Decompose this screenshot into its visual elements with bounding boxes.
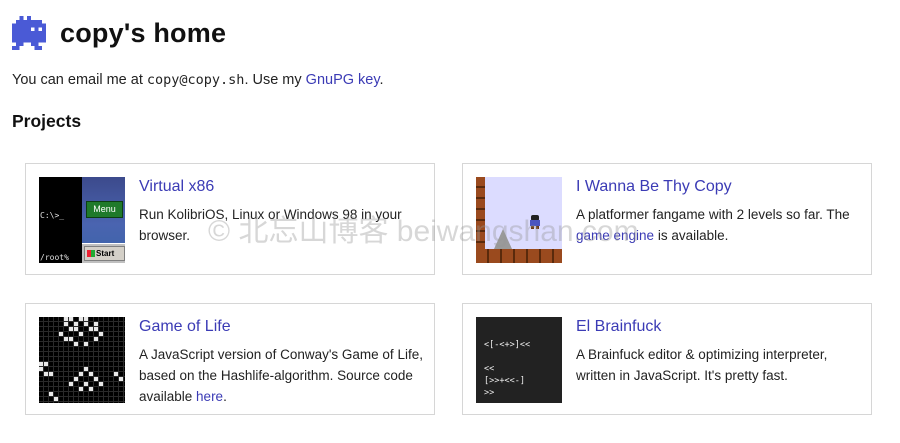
terminal-prompt-text: C:\>_ bbox=[40, 211, 65, 220]
player-sprite-icon bbox=[528, 215, 542, 229]
terminal-root-text: /root% bbox=[40, 253, 69, 262]
code-line: <[-<+>]<< bbox=[484, 340, 531, 350]
site-title: copy's home bbox=[60, 17, 227, 48]
project-card-virtual-x86: C:\>_ /root% Menu Start Virtual x86 Run … bbox=[25, 163, 435, 275]
project-title-virtual-x86[interactable]: Virtual x86 bbox=[139, 178, 214, 196]
project-description: Run KolibriOS, Linux or Windows 98 in yo… bbox=[139, 207, 402, 243]
project-card-i-wanna-be-thy-copy: I Wanna Be Thy Copy A platformer fangame… bbox=[462, 163, 872, 275]
intro-text-end: . bbox=[379, 72, 384, 88]
windows-logo-icon bbox=[87, 250, 95, 258]
projects-heading: Projects bbox=[12, 111, 82, 131]
start-label: Start bbox=[96, 249, 115, 258]
email-address: copy@copy.sh bbox=[146, 72, 245, 88]
start-button-image: Start bbox=[84, 246, 125, 261]
project-card-el-brainfuck: <[-<+>]<< << [>>+<<-] >> El Brainfuck A Bra… bbox=[462, 303, 872, 415]
virtual-x86-thumbnail[interactable]: C:\>_ /root% Menu Start bbox=[39, 177, 125, 263]
intro-text: You can email me at copy@copy.sh. Use my… bbox=[12, 72, 384, 88]
source-code-link[interactable]: here bbox=[196, 389, 223, 404]
pixel-creature-logo-icon[interactable] bbox=[12, 16, 46, 50]
code-line: [>>+<<-] bbox=[484, 376, 525, 386]
description-text-end: . bbox=[223, 389, 227, 404]
project-card-game-of-life: Game of Life A JavaScript version of Con… bbox=[25, 303, 435, 415]
description-text: A platformer fangame with 2 levels so fa… bbox=[576, 207, 850, 222]
i-wanna-be-thy-copy-thumbnail[interactable] bbox=[476, 177, 562, 263]
spike-sprite bbox=[494, 229, 512, 249]
menu-button-image: Menu bbox=[86, 201, 123, 218]
intro-text-start: You can email me at bbox=[12, 72, 147, 88]
life-grid-image bbox=[39, 317, 125, 403]
description-text-end: is available. bbox=[654, 228, 729, 243]
code-line: << bbox=[484, 364, 495, 374]
el-brainfuck-thumbnail[interactable]: <[-<+>]<< << [>>+<<-] >> bbox=[476, 317, 562, 403]
project-description: A platformer fangame with 2 levels so fa… bbox=[576, 204, 864, 246]
project-title-el-brainfuck[interactable]: El Brainfuck bbox=[576, 318, 661, 336]
game-engine-link[interactable]: game engine bbox=[576, 228, 654, 243]
code-line: >> bbox=[484, 388, 495, 398]
game-of-life-thumbnail[interactable] bbox=[39, 317, 125, 403]
site-header: copy's home bbox=[12, 10, 226, 56]
project-description: A JavaScript version of Conway's Game of… bbox=[139, 344, 427, 407]
gpg-key-link[interactable]: GnuPG key bbox=[306, 72, 380, 88]
brainfuck-code-image: <[-<+>]<< << [>>+<<-] >> bbox=[484, 339, 530, 399]
project-description: A Brainfuck editor & optimizing interpre… bbox=[576, 347, 828, 383]
intro-text-middle: . Use my bbox=[244, 72, 306, 88]
project-title-game-of-life[interactable]: Game of Life bbox=[139, 318, 231, 336]
description-text: A JavaScript version of Conway's Game of… bbox=[139, 347, 423, 404]
project-title-i-wanna-be-thy-copy[interactable]: I Wanna Be Thy Copy bbox=[576, 178, 732, 196]
